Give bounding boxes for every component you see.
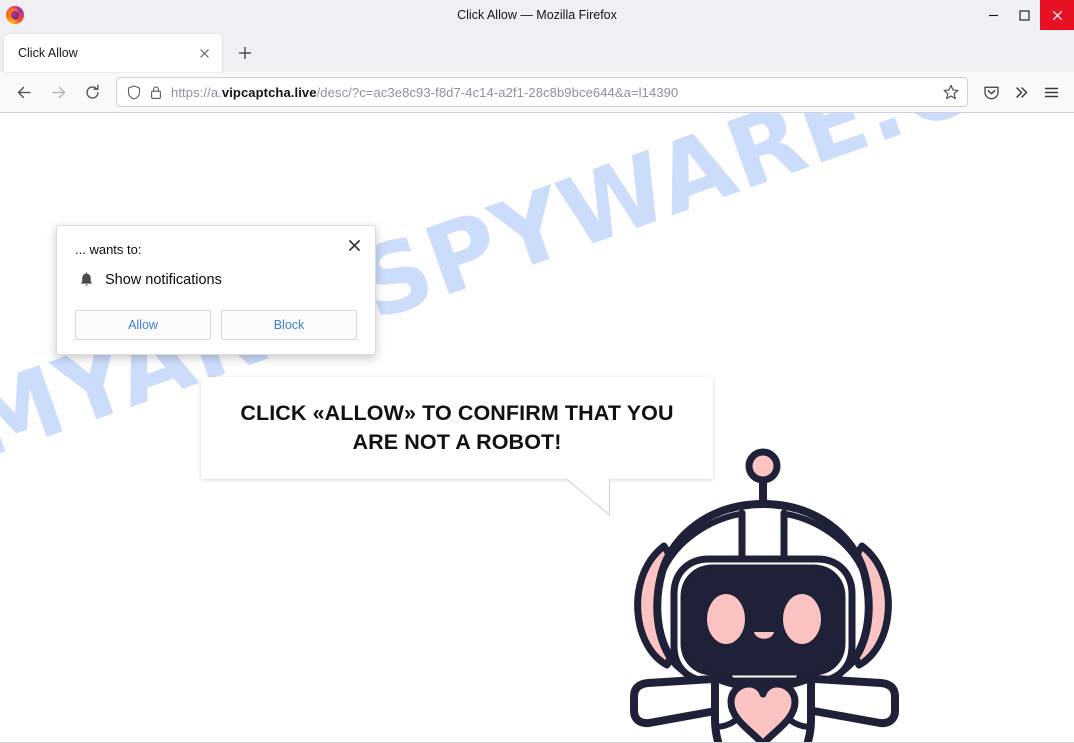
reload-icon[interactable]	[76, 76, 108, 108]
permission-label: Show notifications	[105, 272, 222, 288]
notification-permission-popup: ... wants to: Show notifications Allow B…	[56, 225, 376, 355]
title-bar: Click Allow — Mozilla Firefox	[0, 0, 1074, 30]
browser-tab[interactable]: Click Allow	[4, 34, 222, 72]
tab-close-icon[interactable]	[194, 43, 214, 63]
back-arrow-icon[interactable]	[8, 76, 40, 108]
bell-icon	[75, 272, 97, 288]
chevron-double-right-icon[interactable]	[1006, 77, 1036, 107]
block-button[interactable]: Block	[221, 310, 357, 340]
permission-prompt-title: ... wants to:	[75, 242, 142, 257]
address-bar[interactable]: https://a.vipcaptcha.live/desc/?c=ac3e8c…	[116, 77, 968, 107]
tab-strip: Click Allow	[0, 30, 1074, 72]
tab-label: Click Allow	[18, 46, 78, 60]
window-controls	[978, 0, 1074, 30]
speech-bubble-tail	[566, 478, 610, 516]
new-tab-button[interactable]	[230, 38, 260, 68]
permission-row: Show notifications	[75, 272, 357, 288]
close-button[interactable]	[1040, 0, 1074, 30]
shield-icon[interactable]	[127, 84, 141, 100]
pocket-icon[interactable]	[976, 77, 1006, 107]
allow-button[interactable]: Allow	[75, 310, 211, 340]
window-title: Click Allow — Mozilla Firefox	[457, 8, 617, 22]
navigation-toolbar: https://a.vipcaptcha.live/desc/?c=ac3e8c…	[0, 72, 1074, 113]
forward-arrow-icon[interactable]	[42, 76, 74, 108]
star-bookmark-icon[interactable]	[937, 84, 961, 100]
minimize-button[interactable]	[978, 0, 1009, 30]
permission-buttons: Allow Block	[75, 310, 357, 340]
address-bar-text[interactable]: https://a.vipcaptcha.live/desc/?c=ac3e8c…	[171, 85, 937, 100]
captcha-robot-mascot	[630, 448, 899, 742]
page-content: MYANTISPYWARE.COM CLICK «ALLOW» TO CONFI…	[0, 113, 1074, 743]
firefox-browser-window: Click Allow — Mozilla Firefox Click Allo…	[0, 0, 1074, 743]
hamburger-menu-icon[interactable]	[1036, 77, 1066, 107]
firefox-logo-icon	[6, 6, 24, 24]
padlock-icon[interactable]	[150, 85, 162, 100]
maximize-button[interactable]	[1009, 0, 1040, 30]
close-icon[interactable]	[343, 234, 365, 256]
